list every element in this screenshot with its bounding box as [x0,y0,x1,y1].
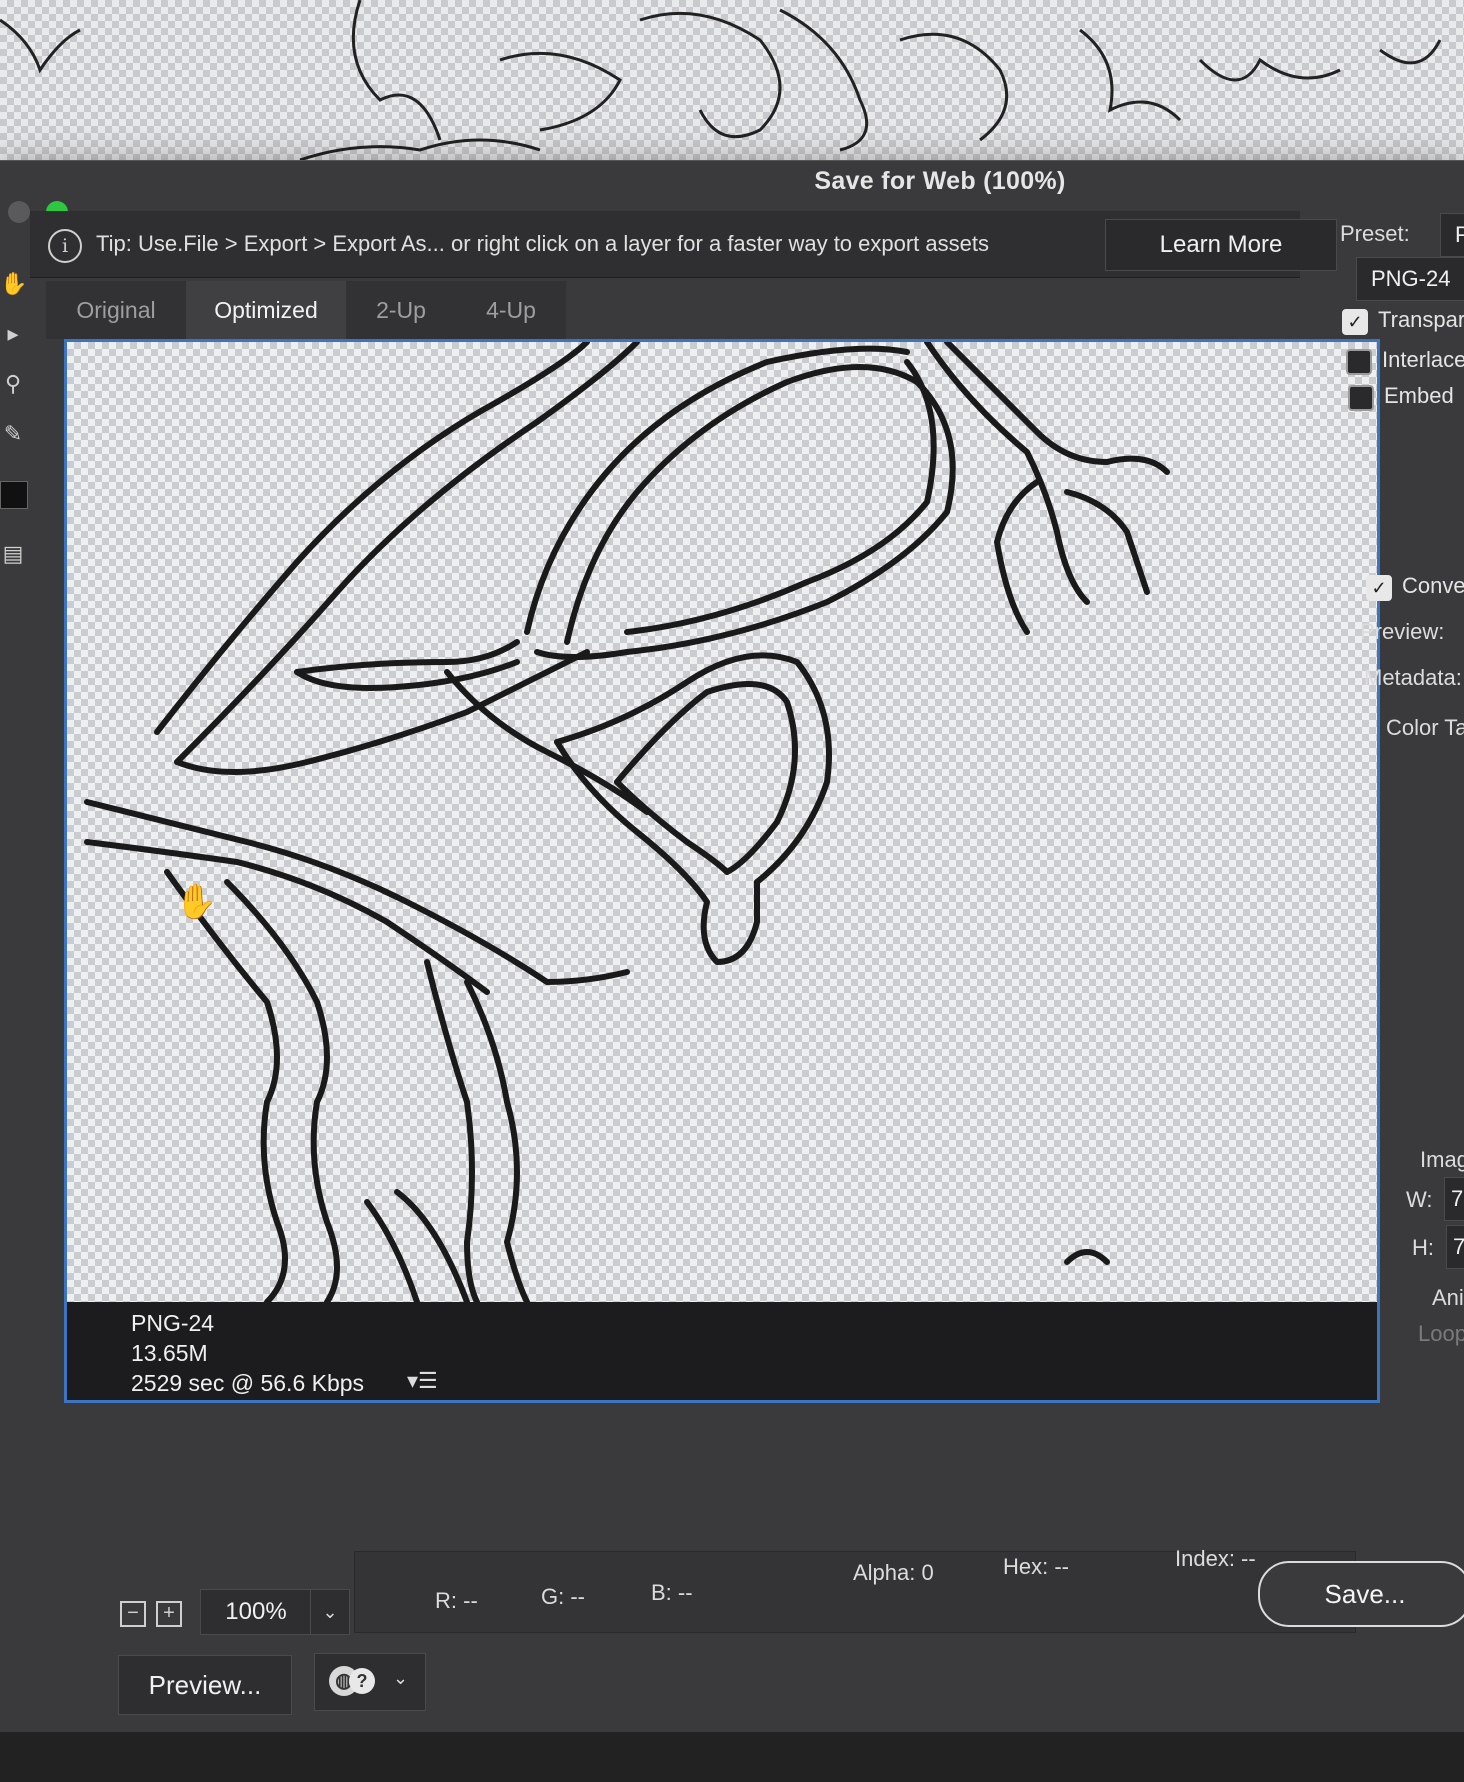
hex-readout: Hex: -- [1003,1554,1069,1579]
optimization-settings-panel: Preset: Pl PNG-24 ✓ Transpar Interlace E… [1320,213,1464,1621]
width-field[interactable]: 7 [1444,1177,1464,1221]
tool-strip: ✋ ▸ ⚲ ✎ ▤ [0,271,30,671]
red-readout: R: -- [435,1588,478,1613]
height-field[interactable]: 7 [1446,1225,1464,1269]
alpha-readout: Alpha: 0 [853,1560,934,1585]
transparency-label: Transpar [1378,307,1464,332]
tip-bar: i Tip: Use.File > Export > Export As... … [30,211,1337,278]
looping-label: Loop [1418,1321,1464,1346]
tab-optimized[interactable]: Optimized [186,281,346,339]
eyedropper-tool-icon[interactable]: ✎ [0,421,26,447]
zoom-in-icon[interactable]: + [156,1601,182,1627]
hand-tool-icon[interactable]: ✋ [0,271,27,297]
zoom-tool-icon[interactable]: ⚲ [0,371,26,397]
color-table-label: Color Ta [1386,715,1464,740]
index-readout: Index: -- [1175,1546,1256,1571]
hand-cursor-icon: ✋ [175,883,218,921]
select-browser-menu[interactable]: ◍ ? ⌄ [314,1653,426,1711]
optimization-info: PNG-24 13.65M 2529 sec @ 56.6 Kbps ▾☰ [67,1302,1377,1400]
save-for-web-dialog: Save for Web (100%) i Tip: Use.File > Ex… [0,160,1464,1733]
tab-4-up[interactable]: 4-Up [456,281,566,339]
preview-in-browser-button[interactable]: Preview... [118,1655,292,1715]
tip-text: Tip: Use.File > Export > Export As... or… [96,231,989,256]
animation-label: Ani [1432,1285,1464,1310]
chevron-down-icon: ⌄ [393,1668,409,1688]
slice-select-tool-icon[interactable]: ▸ [0,321,26,347]
metadata-label: Metadata: [1364,665,1462,690]
info-file-size: 13.65M [131,1340,208,1366]
green-readout: G: -- [541,1584,585,1609]
line-art-image [84,342,1170,1302]
convert-to-srgb-checkbox[interactable]: ✓ [1366,575,1392,601]
image-preview[interactable]: ✋ [67,342,1377,1302]
zoom-out-icon[interactable]: − [120,1601,146,1627]
learn-more-button[interactable]: Learn More [1105,219,1337,271]
preview-label: Preview: [1360,619,1445,644]
convert-label: Conve [1402,573,1464,598]
preset-label: Preset: [1340,221,1410,246]
optimized-preview-pane: ✋ PNG-24 13.65M 2529 sec @ 56.6 Kbps ▾☰ [64,339,1380,1403]
toggle-slices-icon[interactable]: ▤ [0,541,26,567]
view-tabs: Original Optimized 2-Up 4-Up [46,281,1296,339]
info-download-time: 2529 sec @ 56.6 Kbps [131,1370,365,1396]
embed-label: Embed [1384,383,1454,408]
eyedropper-color-swatch[interactable] [0,481,28,509]
close-window-button[interactable] [8,201,30,223]
width-label: W: [1406,1187,1433,1212]
dialog-title: Save for Web (100%) [814,167,1066,195]
transparency-checkbox[interactable]: ✓ [1342,309,1368,335]
preview-menu-icon[interactable]: ▾☰ [407,1368,438,1394]
info-format: PNG-24 [131,1310,215,1336]
interlaced-checkbox[interactable] [1346,349,1372,375]
zoom-dropdown-chevron-icon[interactable]: ⌄ [310,1589,350,1635]
preset-select[interactable]: Pl [1440,213,1464,257]
color-readouts: R: -- G: -- B: -- Alpha: 0 Hex: -- Index… [354,1546,1356,1633]
height-label: H: [1412,1235,1434,1260]
tab-2-up[interactable]: 2-Up [346,281,456,339]
embed-color-profile-checkbox[interactable] [1348,385,1374,411]
zoom-level-field[interactable]: 100% [200,1589,312,1635]
desk-edge [0,1732,1464,1782]
info-icon: i [48,229,82,263]
interlaced-label: Interlace [1382,347,1464,372]
image-size-label: Imag [1420,1147,1464,1172]
blue-readout: B: -- [651,1580,693,1605]
help-icon: ? [349,1668,375,1694]
title-bar: Save for Web (100%) [0,161,1464,223]
tab-original[interactable]: Original [46,281,186,339]
file-format-select[interactable]: PNG-24 [1356,257,1464,301]
